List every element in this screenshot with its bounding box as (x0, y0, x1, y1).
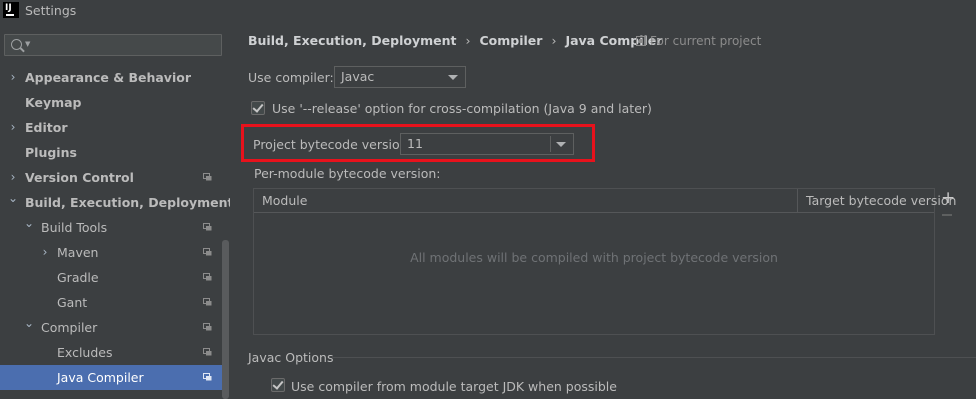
project-level-icon (203, 173, 212, 181)
sidebar-item-excludes[interactable]: Excludes (0, 340, 222, 365)
release-option-label[interactable]: Use '--release' option for cross-compila… (272, 101, 652, 116)
sidebar-item-label: Java Compiler (57, 370, 144, 385)
sidebar-item-label: Version Control (25, 170, 134, 185)
remove-module-button[interactable] (942, 214, 952, 216)
per-module-label: Per-module bytecode version: (254, 166, 441, 181)
sidebar-item-gradle[interactable]: Gradle (0, 265, 222, 290)
add-module-button[interactable]: + (941, 189, 955, 207)
sidebar-scrollbar[interactable] (222, 240, 229, 399)
sidebar-item-plugins[interactable]: Plugins (0, 140, 222, 165)
project-level-icon (203, 373, 212, 381)
sidebar-item-version-control[interactable]: › Version Control (0, 165, 222, 190)
breadcrumb-item-build[interactable]: Build, Execution, Deployment (248, 33, 456, 48)
release-option-checkbox[interactable] (251, 101, 265, 115)
column-divider[interactable] (797, 189, 798, 212)
sidebar-item-editor[interactable]: › Editor (0, 115, 222, 140)
sidebar-item-label: Excludes (57, 345, 113, 360)
chevron-down-icon[interactable]: ⌄ (23, 311, 35, 336)
sidebar-item-label: Maven (57, 245, 99, 260)
javac-options-title: Javac Options (248, 350, 334, 365)
search-history-icon[interactable]: ▼ (25, 40, 30, 48)
project-level-icon (203, 248, 212, 256)
empty-table-text: All modules will be compiled with projec… (410, 250, 778, 265)
sidebar-item-compiler[interactable]: ⌄ Compiler (0, 315, 222, 340)
chevron-down-icon[interactable]: ⌄ (23, 211, 35, 236)
project-level-icon (203, 298, 212, 306)
section-divider (332, 357, 976, 358)
column-header-target[interactable]: Target bytecode version (806, 193, 956, 208)
module-bytecode-table[interactable]: Module Target bytecode version All modul… (253, 188, 956, 335)
sidebar-item-keymap[interactable]: Keymap (0, 90, 222, 115)
module-target-jdk-label[interactable]: Use compiler from module target JDK when… (291, 379, 617, 394)
use-compiler-label: Use compiler: (248, 70, 334, 85)
sidebar-item-label: Compiler (41, 320, 98, 335)
sidebar-item-label: Editor (25, 120, 68, 135)
checkmark-icon (252, 101, 264, 113)
sidebar-item-maven[interactable]: › Maven (0, 240, 222, 265)
project-scope-icon (636, 36, 646, 46)
search-icon (11, 39, 22, 50)
breadcrumb-separator: › (465, 33, 471, 48)
sidebar-item-label: Plugins (25, 145, 77, 160)
sidebar-item-label: Build Tools (41, 220, 108, 235)
checkmark-icon (272, 378, 284, 390)
sidebar-item-label: Appearance & Behavior (25, 70, 191, 85)
scope-indicator: For current project (636, 34, 761, 48)
table-header: Module Target bytecode version (254, 189, 956, 213)
scope-label: For current project (650, 34, 762, 48)
sidebar-item-label: Keymap (25, 95, 82, 110)
project-level-icon (203, 273, 212, 281)
sidebar-item-label: Gant (57, 295, 88, 310)
sidebar-item-java-compiler[interactable]: Java Compiler (0, 365, 222, 390)
dropdown-arrow-icon (448, 75, 458, 80)
project-level-icon (203, 223, 212, 231)
sidebar-item-appearance-behavior[interactable]: › Appearance & Behavior (0, 65, 222, 90)
chevron-right-icon[interactable]: › (7, 65, 19, 90)
app-logo: IJ (3, 2, 19, 18)
use-compiler-value: Javac (341, 69, 375, 84)
chevron-down-icon[interactable]: ⌄ (7, 186, 19, 211)
highlight-annotation (241, 124, 595, 162)
breadcrumb: Build, Execution, Deployment › Compiler › Ja… (248, 33, 662, 48)
module-target-jdk-checkbox[interactable] (271, 378, 285, 392)
project-level-icon (203, 323, 212, 331)
column-header-module[interactable]: Module (262, 193, 307, 208)
project-level-icon (203, 348, 212, 356)
chevron-right-icon[interactable]: › (7, 115, 19, 140)
chevron-right-icon[interactable]: › (39, 240, 51, 265)
window-title: Settings (25, 3, 77, 18)
search-input[interactable] (33, 36, 213, 54)
search-box[interactable]: ▼ (4, 34, 222, 56)
settings-sidebar: ▼ › Appearance & Behavior Keymap › Editor Plu… (0, 22, 234, 399)
breadcrumb-separator: › (551, 33, 557, 48)
settings-content: Build, Execution, Deployment › Compiler › Ja… (230, 0, 976, 399)
sidebar-item-label: Build, Execution, Deployment (25, 195, 234, 210)
sidebar-item-label: Gradle (57, 270, 99, 285)
sidebar-item-build-tools[interactable]: ⌄ Build Tools (0, 215, 222, 240)
breadcrumb-item-compiler[interactable]: Compiler (479, 33, 542, 48)
use-compiler-select[interactable]: Javac (334, 66, 466, 88)
